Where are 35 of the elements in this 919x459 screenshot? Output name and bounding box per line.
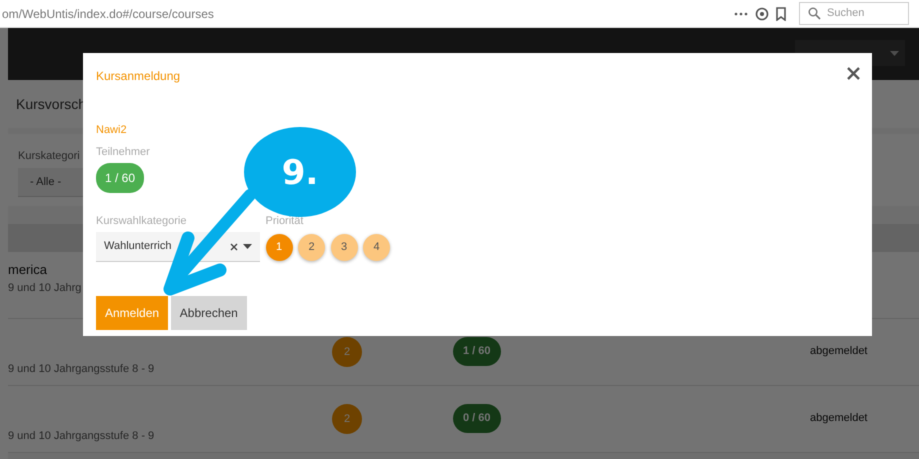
page-title: Kursvorsch — [16, 94, 86, 114]
clear-icon[interactable] — [230, 242, 238, 250]
caret-icon — [890, 50, 899, 56]
cancel-button[interactable]: Abbrechen — [170, 296, 247, 330]
priority-option[interactable]: 3 — [330, 234, 358, 261]
search-field[interactable]: Suchen — [799, 2, 909, 25]
search-icon — [808, 7, 821, 20]
status-text: abgemeldet — [810, 344, 868, 359]
priority-option[interactable]: 4 — [363, 234, 390, 261]
caret-icon[interactable] — [243, 244, 252, 249]
participants-badge: 1 / 60 — [96, 162, 144, 193]
priority-label: Priorität — [266, 214, 304, 229]
priority-option[interactable]: 1 — [266, 234, 292, 261]
circle-icon[interactable] — [754, 6, 768, 20]
course-name: Nawi2 — [96, 122, 127, 138]
participants-label: Teilnehmer — [96, 144, 150, 160]
participants-badge: 0 / 60 — [453, 404, 501, 432]
filter-label: Kurskategori — [18, 149, 80, 164]
category-label: Kurswahlkategorie — [96, 214, 186, 229]
close-icon — [847, 67, 860, 80]
step-number: 9. — [282, 153, 318, 193]
priority-option[interactable]: 2 — [298, 234, 325, 261]
course-title: merica — [8, 261, 48, 279]
participants-badge: 1 / 60 — [453, 337, 501, 366]
modal-title: Kursanmeldung — [96, 68, 180, 85]
category-value: Wahlunterrich — [104, 239, 172, 254]
priority-badge: 2 — [332, 404, 362, 434]
course-subtitle: 9 und 10 Jahrg — [8, 280, 82, 296]
course-subtitle: 9 und 10 Jahrgangsstufe 8 - 9 — [8, 429, 154, 444]
address-bar-url[interactable]: om/WebUntis/index.do#/course/courses — [2, 4, 733, 22]
bookmark-icon[interactable] — [774, 6, 788, 20]
course-subtitle: 9 und 10 Jahrgangsstufe 8 - 9 — [8, 362, 154, 377]
status-text: abgemeldet — [810, 411, 868, 426]
priority-badge: 2 — [332, 337, 362, 367]
close-button[interactable] — [847, 67, 860, 80]
